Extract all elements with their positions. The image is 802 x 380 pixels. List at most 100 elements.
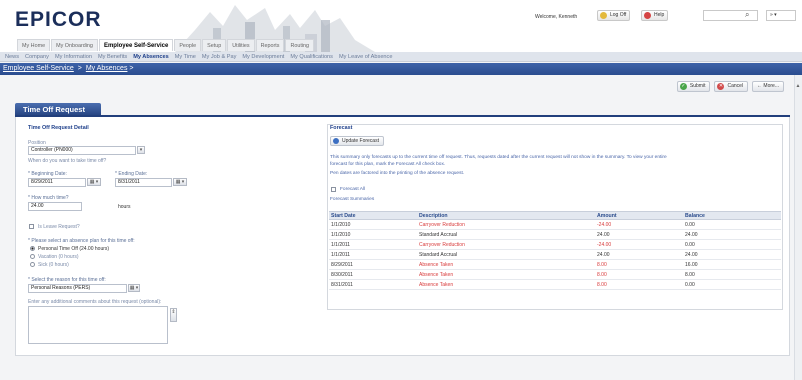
plan-pto-radio[interactable] xyxy=(30,246,35,251)
tab-employee-self-service[interactable]: Employee Self-Service xyxy=(98,39,174,51)
tab-routing[interactable]: Routing xyxy=(285,39,315,51)
row-amount: 8.00 xyxy=(597,282,607,288)
column-start-date[interactable]: Start Date xyxy=(331,212,356,220)
tab-reports[interactable]: Reports xyxy=(255,39,285,51)
forecast-summaries-label: Forecast Summaries xyxy=(330,197,375,202)
absence-plan-prompt: * Please select an absence plan for this… xyxy=(28,238,135,244)
forecast-table-header: Start Date Description Amount Balance xyxy=(329,211,781,220)
tab-my-onboarding[interactable]: My Onboarding xyxy=(51,39,98,51)
leave-request-checkbox[interactable] xyxy=(29,224,34,229)
forecast-title: Forecast xyxy=(330,125,353,131)
subnav-my-job-pay[interactable]: My Job & Pay xyxy=(199,52,240,61)
position-select[interactable]: Controller (PN000) xyxy=(28,146,136,155)
plan-vacation-radio[interactable] xyxy=(30,254,35,259)
column-description[interactable]: Description xyxy=(419,212,448,220)
subnav-my-time[interactable]: My Time xyxy=(172,52,199,61)
reason-select[interactable]: Personal Reasons (PERS) xyxy=(28,284,127,293)
ending-date-input[interactable]: 8/31/2011 xyxy=(115,178,172,187)
ending-date-label: * Ending Date: xyxy=(115,171,148,177)
row-date: 8/30/2011 xyxy=(331,272,353,278)
submit-button[interactable]: ✓ Submit xyxy=(676,81,711,92)
subnav-my-information[interactable]: My Information xyxy=(52,52,95,61)
table-row: 8/31/2011 Absence Taken 8.00 0.00 xyxy=(329,280,781,290)
breadcrumb-bar: Employee Self-Service > My Absences > xyxy=(0,63,802,75)
update-forecast-label: Update Forecast xyxy=(342,138,379,144)
table-row: 1/1/2011 Carryover Reduction -24.00 0.00 xyxy=(329,240,781,250)
row-amount: 24.00 xyxy=(597,232,610,238)
comments-label: Enter any additional comments about this… xyxy=(28,299,162,305)
reason-dropdown-icon[interactable]: ▦ ▾ xyxy=(128,284,140,292)
refresh-icon xyxy=(333,138,339,144)
row-amount: 24.00 xyxy=(597,252,610,258)
forecast-table: Start Date Description Amount Balance 1/… xyxy=(329,211,781,290)
tab-people[interactable]: People xyxy=(174,39,202,51)
table-row: 1/1/2011 Standard Accrual 24.00 24.00 xyxy=(329,250,781,260)
welcome-text: Welcome, Kenneth xyxy=(535,14,578,20)
row-balance: 8.00 xyxy=(685,272,695,278)
beginning-date-calendar-icon[interactable]: ▦ ▾ xyxy=(87,178,101,186)
row-balance: 16.00 xyxy=(685,262,698,268)
row-balance: 0.00 xyxy=(685,282,695,288)
subnav-my-leave-of-absence[interactable]: My Leave of Absence xyxy=(336,52,396,61)
cancel-button[interactable]: ✕ Cancel xyxy=(714,81,749,92)
hours-unit: hours xyxy=(118,204,131,210)
plan-sick-radio[interactable] xyxy=(30,262,35,267)
subnav-my-absences[interactable]: My Absences xyxy=(130,52,172,61)
row-balance: 0.00 xyxy=(685,242,695,248)
column-amount[interactable]: Amount xyxy=(597,212,617,220)
update-forecast-button[interactable]: Update Forecast xyxy=(330,136,384,146)
action-toolbar: ✓ Submit ✕ Cancel ← More... xyxy=(676,81,784,92)
table-row: 8/29/2011 Absence Taken 8.00 16.00 xyxy=(329,260,781,270)
subnav-my-qualifications[interactable]: My Qualifications xyxy=(287,52,336,61)
forecast-summary-line-1: This summary only forecasts up to the cu… xyxy=(330,155,667,160)
subnav-news[interactable]: News xyxy=(2,52,22,61)
subnav-company[interactable]: Company xyxy=(22,52,52,61)
row-date: 8/31/2011 xyxy=(331,282,353,288)
beginning-date-input[interactable]: 8/29/2011 xyxy=(28,178,86,187)
position-dropdown-icon[interactable]: ▾ xyxy=(137,146,145,154)
header-options-select[interactable]: » ▾ xyxy=(766,10,796,21)
more-button[interactable]: ← More... xyxy=(752,81,784,92)
cancel-label: Cancel xyxy=(727,83,744,89)
table-row: 1/1/2010 Standard Accrual 24.00 24.00 xyxy=(329,230,781,240)
tab-my-home[interactable]: My Home xyxy=(17,39,51,51)
table-row: 8/30/2011 Absence Taken 8.00 8.00 xyxy=(329,270,781,280)
log-off-button[interactable]: Log Off xyxy=(597,10,631,21)
cancel-icon: ✕ xyxy=(717,83,725,90)
row-balance: 24.00 xyxy=(685,252,698,258)
row-balance: 0.00 xyxy=(685,222,695,228)
row-description: Standard Accrual xyxy=(419,232,458,238)
reason-label: * Select the reason for this time off: xyxy=(28,277,106,283)
ending-date-calendar-icon[interactable]: ▦ ▾ xyxy=(173,178,187,186)
plan-sick-label: Sick (0 hours) xyxy=(38,262,69,268)
breadcrumb-employee-self-service[interactable]: Employee Self-Service xyxy=(3,65,74,72)
sub-navigation: News Company My Information My Benefits … xyxy=(0,52,802,62)
scroll-up-arrow-icon[interactable]: ▲ xyxy=(795,83,801,89)
row-description: Absence Taken xyxy=(419,272,454,278)
subnav-my-development[interactable]: My Development xyxy=(239,52,287,61)
search-icon[interactable]: ⌕ xyxy=(745,11,753,19)
comments-scroll-icon[interactable]: ⇕ xyxy=(170,308,177,322)
subnav-my-benefits[interactable]: My Benefits xyxy=(95,52,130,61)
breadcrumb-my-absences[interactable]: My Absences xyxy=(86,65,128,72)
submit-label: Submit xyxy=(689,83,706,89)
page-scrollbar[interactable] xyxy=(794,75,802,380)
comments-textarea[interactable] xyxy=(28,306,168,344)
row-amount: 8.00 xyxy=(597,272,607,278)
help-label: Help xyxy=(654,12,665,18)
panel-top-rule xyxy=(15,115,790,117)
tab-utilities[interactable]: Utilities xyxy=(227,39,255,51)
when-prompt: When do you want to take time off? xyxy=(28,158,107,164)
checkmark-icon: ✓ xyxy=(679,83,687,90)
plan-pto-label: Personal Time Off (24.00 hours) xyxy=(38,246,110,252)
help-icon xyxy=(644,12,651,19)
forecast-all-checkbox[interactable] xyxy=(331,187,336,192)
beginning-date-label: * Beginning Date: xyxy=(28,171,67,177)
help-button[interactable]: Help xyxy=(641,10,669,21)
row-date: 8/29/2011 xyxy=(331,262,353,268)
tab-setup[interactable]: Setup xyxy=(202,39,227,51)
lock-icon xyxy=(600,12,607,19)
breadcrumb-separator: > xyxy=(77,65,82,72)
column-balance[interactable]: Balance xyxy=(685,212,705,220)
how-much-time-input[interactable]: 24.00 xyxy=(28,202,82,211)
